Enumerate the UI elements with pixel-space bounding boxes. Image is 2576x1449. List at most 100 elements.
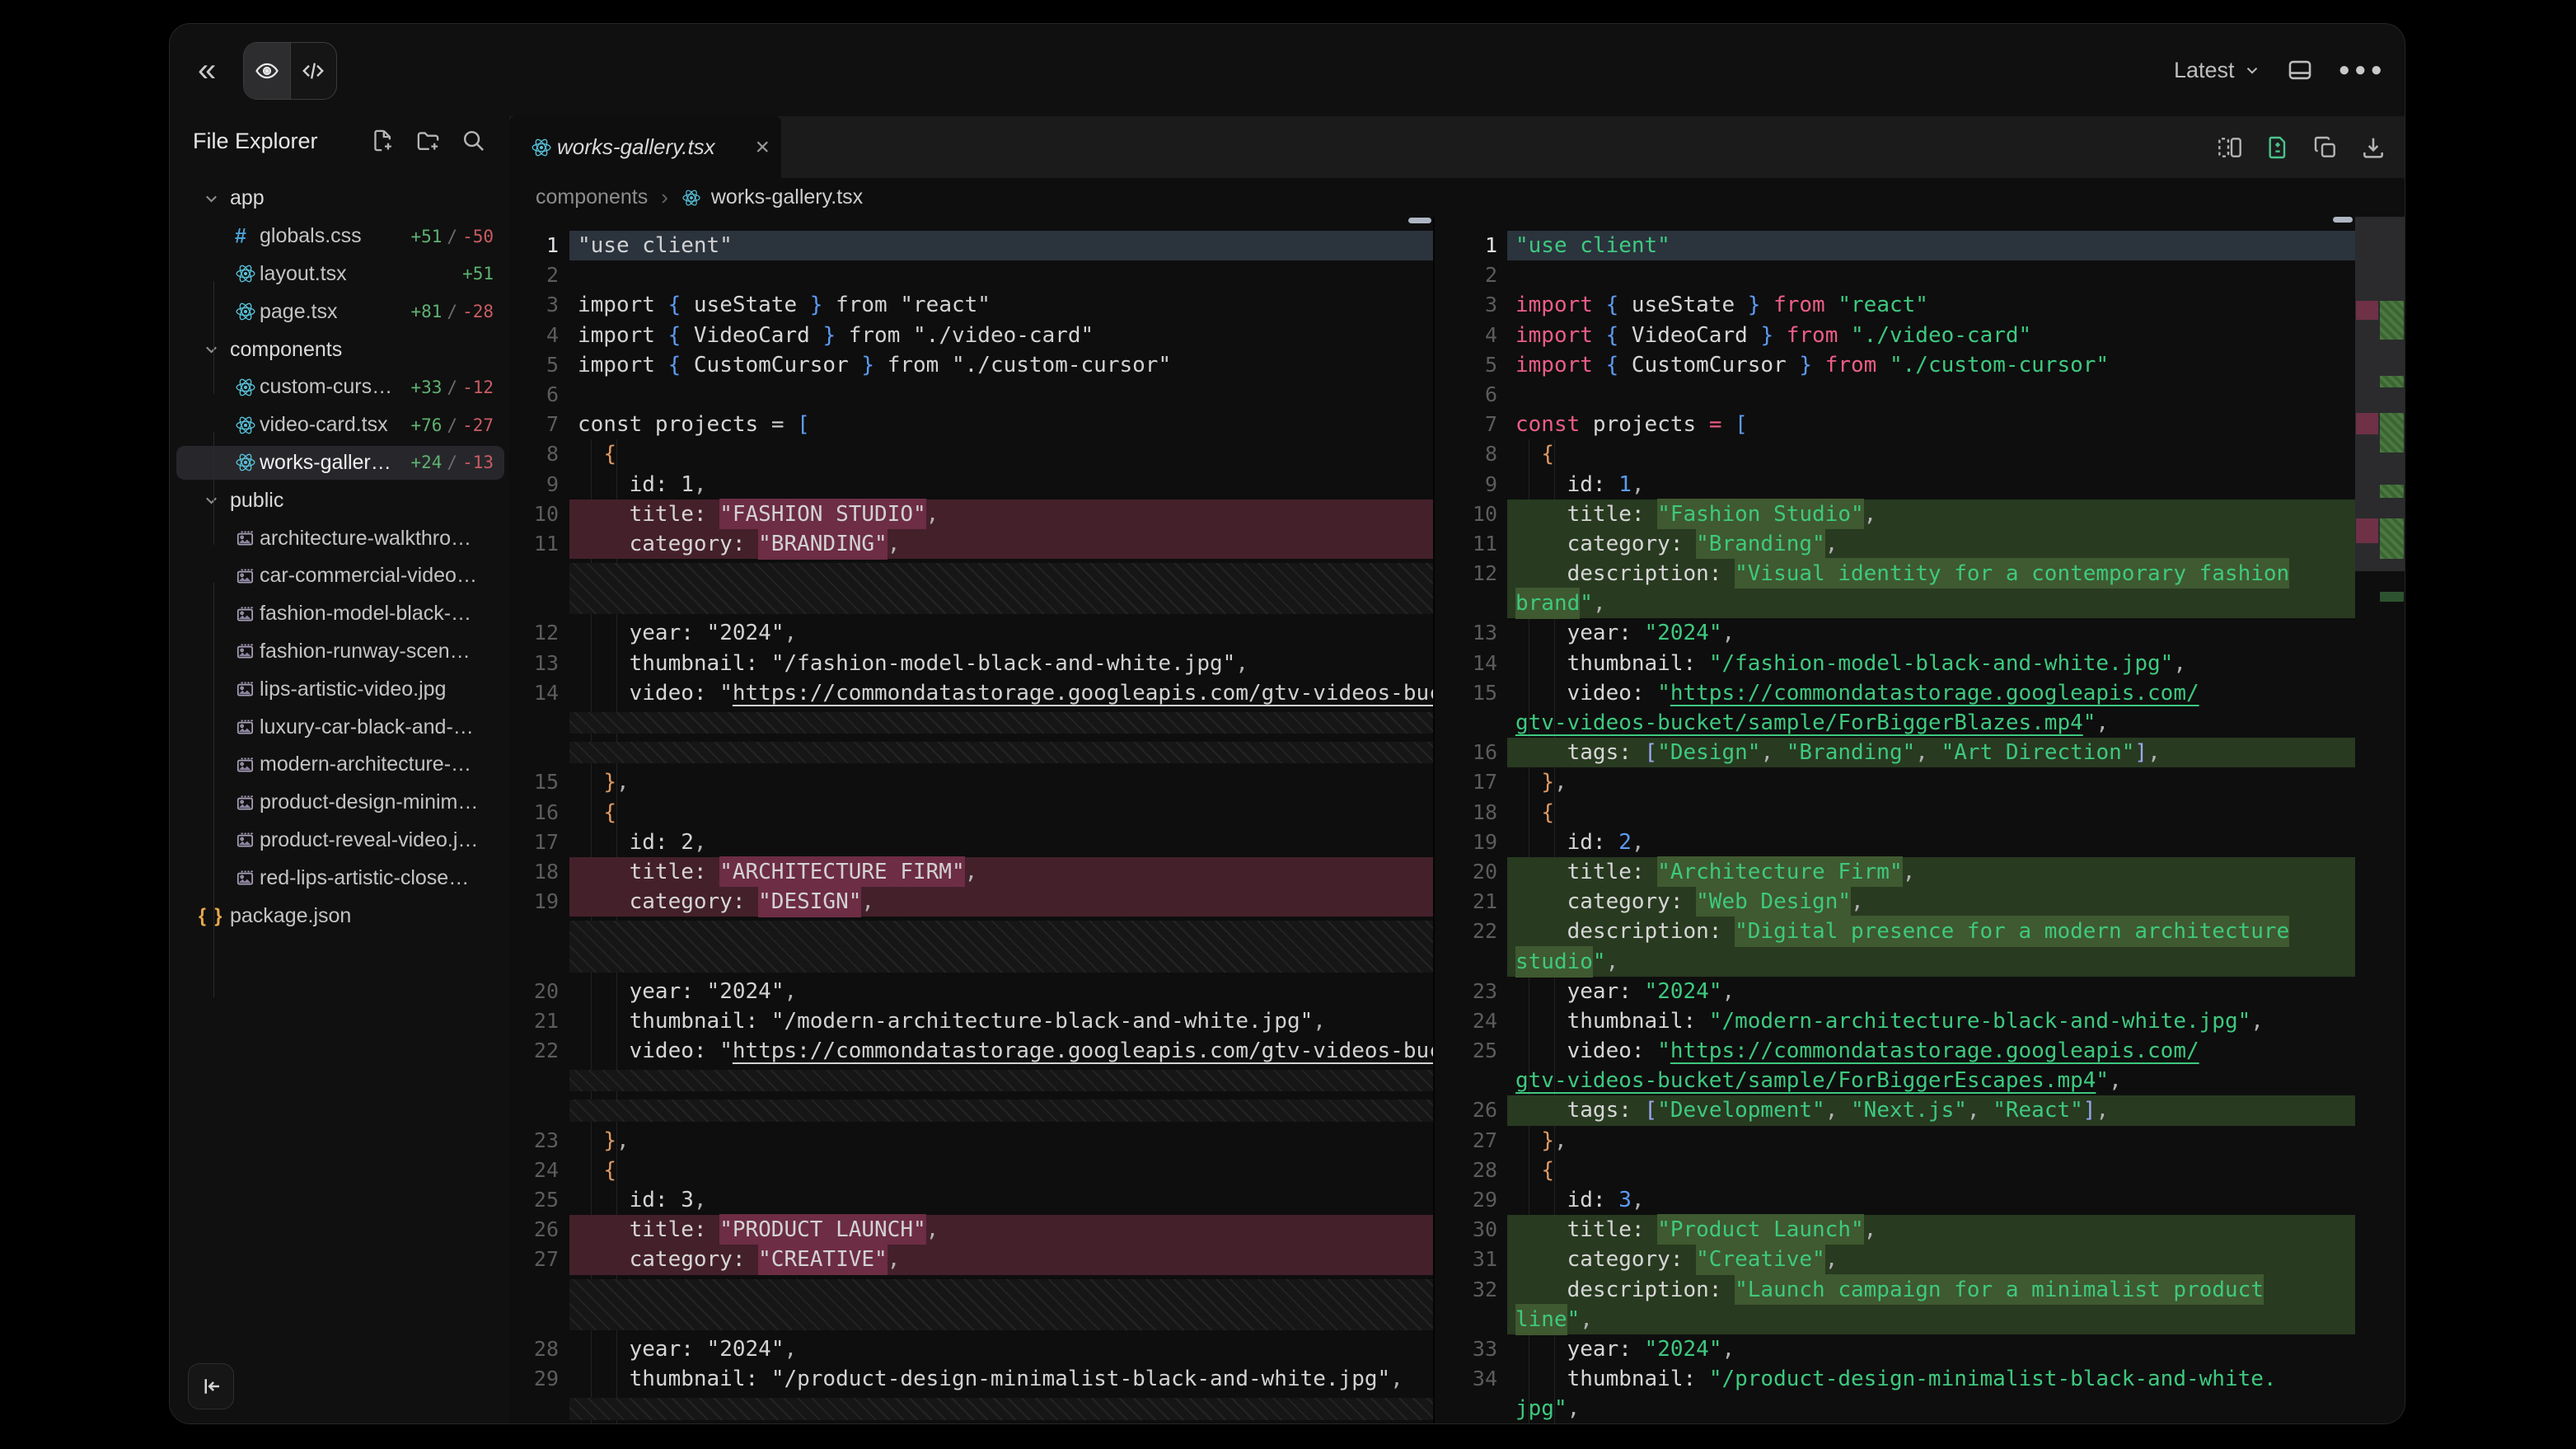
sidebar-item-red-lips-artistic-close-[interactable]: red-lips-artistic-close…	[170, 859, 509, 897]
sidebar-item-fashion-runway-scen-[interactable]: fashion-runway-scen…	[170, 633, 509, 671]
code-line[interactable]: 26 tags: ["Development", "Next.js", "Rea…	[1435, 1095, 2355, 1125]
code-line[interactable]: 9 id: 1,	[1435, 470, 2355, 499]
breadcrumb-parent[interactable]: components	[536, 185, 648, 209]
sidebar-item-fashion-model-black-[interactable]: fashion-model-black-…	[170, 595, 509, 633]
line-number[interactable]: 28	[1435, 1156, 1497, 1185]
code-line[interactable]: 9 id: 1,	[509, 470, 1433, 499]
split-view-icon[interactable]	[2217, 134, 2243, 161]
code-line[interactable]: 30 title: "Product Launch",	[1435, 1215, 2355, 1245]
line-number[interactable]: 14	[509, 678, 559, 708]
code-line[interactable]: 13 year: "2024",	[1435, 618, 2355, 648]
collapse-sidebar-button[interactable]	[188, 1363, 234, 1409]
line-number[interactable]: 24	[1435, 1006, 1497, 1036]
line-number[interactable]: 6	[1435, 380, 1497, 410]
sidebar-item-video-card-tsx[interactable]: video-card.tsx+76/-27	[170, 406, 509, 444]
code-line[interactable]: 20 year: "2024",	[509, 977, 1433, 1006]
code-line[interactable]: 27 },	[1435, 1126, 2355, 1156]
code-line[interactable]: gtv-videos-bucket/sample/ForBiggerBlazes…	[1435, 708, 2355, 738]
panel-collapse-icon[interactable]: «	[198, 24, 216, 116]
line-number[interactable]: 13	[509, 649, 559, 678]
sidebar-item-works-galler-[interactable]: works-galler…+24/-13	[170, 444, 509, 482]
line-number[interactable]: 15	[509, 767, 559, 797]
line-number[interactable]: 8	[1435, 439, 1497, 469]
code-line[interactable]: 26 title: "PRODUCT LAUNCH",	[509, 1215, 1433, 1245]
panel-layout-icon[interactable]	[2286, 56, 2314, 84]
code-line[interactable]: 33 year: "2024",	[1435, 1334, 2355, 1364]
line-number[interactable]: 14	[1435, 649, 1497, 678]
line-number[interactable]: 12	[1435, 559, 1497, 589]
line-number[interactable]: 17	[1435, 767, 1497, 797]
line-number[interactable]: 5	[1435, 350, 1497, 380]
code-line[interactable]: 18 {	[1435, 798, 2355, 828]
code-line[interactable]: 3import { useState } from "react"	[509, 290, 1433, 320]
code-line[interactable]: 6	[1435, 380, 2355, 410]
code-line[interactable]: 20 title: "Architecture Firm",	[1435, 857, 2355, 887]
more-options-icon[interactable]: ●●●	[2339, 59, 2387, 82]
sidebar-item-product-reveal-video-j-[interactable]: product-reveal-video.j…	[170, 822, 509, 860]
code-line[interactable]: 24 {	[509, 1156, 1433, 1185]
code-line[interactable]: 4import { VideoCard } from "./video-card…	[509, 321, 1433, 350]
chevron-down-icon[interactable]	[203, 190, 220, 207]
code-line[interactable]: 13 thumbnail: "/fashion-model-black-and-…	[509, 649, 1433, 678]
code-line[interactable]: 32 description: "Launch campaign for a m…	[1435, 1275, 2355, 1305]
sidebar-item-page-tsx[interactable]: page.tsx+81/-28	[170, 293, 509, 331]
code-line[interactable]: 25 id: 3,	[509, 1185, 1433, 1215]
code-line[interactable]: 29 thumbnail: "/product-design-minimalis…	[509, 1364, 1433, 1394]
chevron-down-icon[interactable]	[203, 492, 220, 509]
line-number[interactable]: 26	[509, 1215, 559, 1245]
line-number[interactable]: 26	[1435, 1095, 1497, 1125]
code-line[interactable]: 25 video: "https://commondatastorage.goo…	[1435, 1036, 2355, 1066]
code-line[interactable]: 8 {	[1435, 439, 2355, 469]
line-number[interactable]: 24	[509, 1156, 559, 1185]
preview-toggle-button[interactable]	[244, 43, 290, 99]
code-line[interactable]: 15 video: "https://commondatastorage.goo…	[1435, 678, 2355, 708]
line-number[interactable]: 16	[1435, 738, 1497, 767]
line-number[interactable]: 19	[509, 887, 559, 917]
code-line[interactable]: 18 title: "ARCHITECTURE FIRM",	[509, 857, 1433, 887]
new-folder-icon[interactable]	[415, 128, 441, 153]
sidebar-folder-app[interactable]: app	[170, 180, 509, 218]
code-line[interactable]: 8 {	[509, 439, 1433, 469]
code-line[interactable]: brand",	[1435, 589, 2355, 618]
code-line[interactable]: 14 thumbnail: "/fashion-model-black-and-…	[1435, 649, 2355, 678]
line-number[interactable]: 22	[509, 1036, 559, 1066]
sidebar-item-lips-artistic-video-jpg[interactable]: lips-artistic-video.jpg	[170, 670, 509, 708]
sidebar-item-globals-css[interactable]: #globals.css+51/-50	[170, 218, 509, 256]
line-number[interactable]: 9	[1435, 470, 1497, 499]
sidebar-folder-components[interactable]: components	[170, 331, 509, 368]
line-number[interactable]: 15	[1435, 678, 1497, 708]
code-line[interactable]: gtv-videos-bucket/sample/ForBiggerEscape…	[1435, 1066, 2355, 1095]
code-line[interactable]: 27 category: "CREATIVE",	[509, 1245, 1433, 1274]
line-number[interactable]: 7	[1435, 410, 1497, 439]
code-line[interactable]: 29 id: 3,	[1435, 1185, 2355, 1215]
code-line[interactable]: 24 thumbnail: "/modern-architecture-blac…	[1435, 1006, 2355, 1036]
line-number[interactable]: 3	[509, 290, 559, 320]
code-line[interactable]: 7const projects = [	[509, 410, 1433, 439]
line-number[interactable]: 31	[1435, 1245, 1497, 1274]
line-number[interactable]: 5	[509, 350, 559, 380]
code-line[interactable]: 6	[509, 380, 1433, 410]
line-number[interactable]: 10	[1435, 499, 1497, 529]
diff-pane-old[interactable]: 1"use client"23import { useState } from …	[509, 217, 1433, 1423]
search-icon[interactable]	[461, 128, 486, 153]
line-number[interactable]: 10	[509, 499, 559, 529]
line-number[interactable]: 23	[1435, 977, 1497, 1006]
line-number[interactable]: 22	[1435, 917, 1497, 946]
code-line[interactable]: 21 thumbnail: "/modern-architecture-blac…	[509, 1006, 1433, 1036]
line-number[interactable]: 28	[509, 1334, 559, 1364]
line-number[interactable]: 11	[509, 529, 559, 559]
line-number[interactable]: 7	[509, 410, 559, 439]
line-number[interactable]: 29	[1435, 1185, 1497, 1215]
code-line[interactable]: line",	[1435, 1305, 2355, 1334]
scrollbar-thumb-right[interactable]	[2333, 217, 2353, 223]
line-number[interactable]: 16	[509, 798, 559, 828]
chevron-down-icon[interactable]	[203, 341, 220, 359]
code-toggle-button[interactable]	[290, 43, 337, 99]
code-line[interactable]: 16 tags: ["Design", "Branding", "Art Dir…	[1435, 738, 2355, 767]
code-line[interactable]: studio",	[1435, 947, 2355, 977]
sidebar-item-custom-curs-[interactable]: custom-curs…+33/-12	[170, 368, 509, 406]
sidebar-item-car-commercial-video-[interactable]: car-commercial-video…	[170, 557, 509, 595]
code-line[interactable]: 28 year: "2024",	[509, 1334, 1433, 1364]
code-line[interactable]: 14 video: "https://commondatastorage.goo…	[509, 678, 1433, 708]
code-line[interactable]: 19 category: "DESIGN",	[509, 887, 1433, 917]
